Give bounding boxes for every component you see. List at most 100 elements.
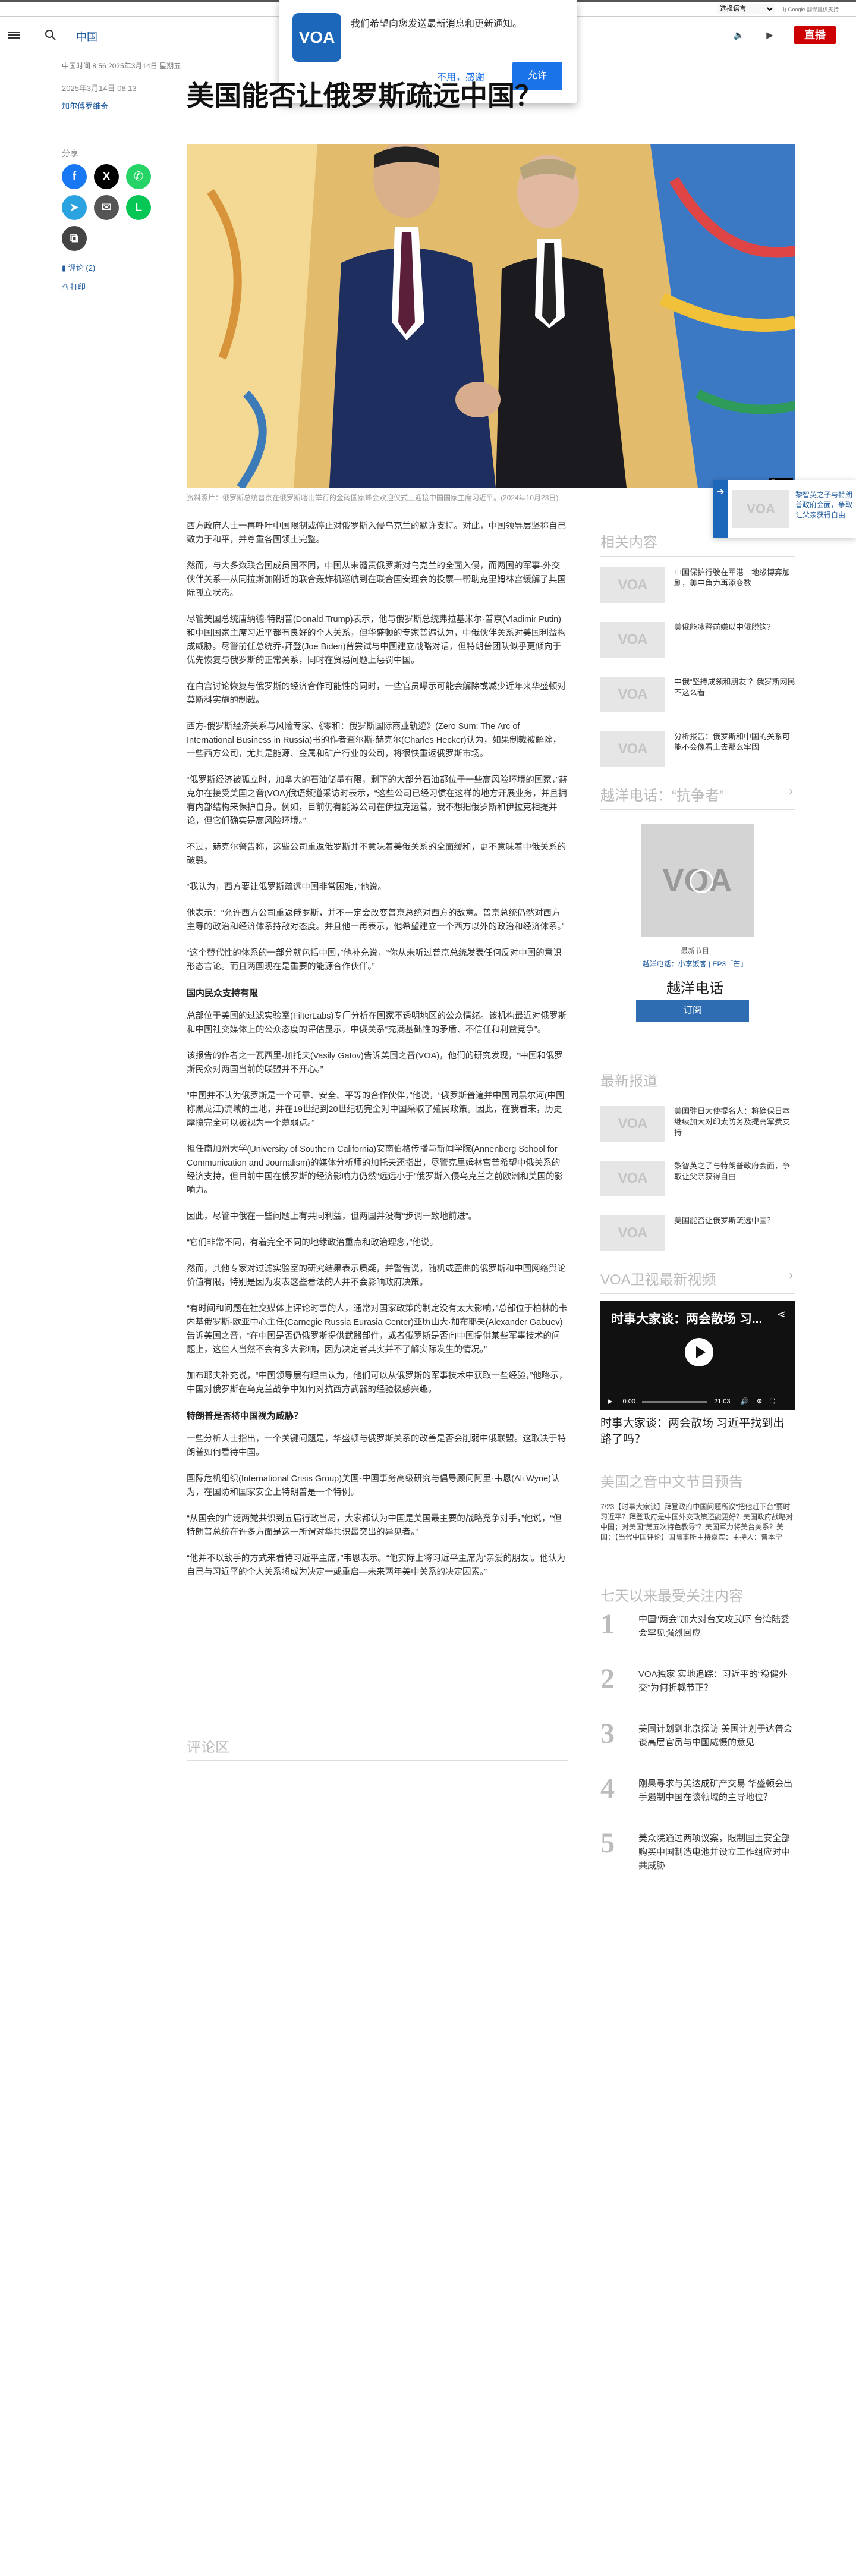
- next-article-card[interactable]: ➔ VOA 黎智英之子与特朗普政府会面，争取让父亲获得自由: [713, 480, 856, 538]
- list-item[interactable]: 5 美众院通过两项议案，限制国土安全部购买中国制造电池并设立工作组应对中共威胁: [600, 1827, 795, 1881]
- google-attribution: 由 Google 翻译提供支持: [781, 7, 839, 12]
- paragraph: “中国并不认为俄罗斯是一个可靠、安全、平等的合作伙伴，”他说，“俄罗斯普遍并中国…: [187, 1091, 565, 1128]
- podcast-episode-link[interactable]: 越洋电话：小李饭客 | EP3「芒」: [594, 959, 795, 969]
- paragraph: 总部位于美国的过滤实验室(FilterLabs)专门分析在国家不透明地区的公众情…: [187, 1011, 567, 1035]
- paragraph: 国际危机组织(International Crisis Group)美国-中国事…: [187, 1474, 560, 1497]
- play-icon[interactable]: [690, 869, 713, 893]
- paragraph: 一些分析人士指出，一个关键问题是，华盛顿与俄罗斯关系的改善是否会削弱中俄联盟。这…: [187, 1434, 566, 1457]
- fullscreen-icon[interactable]: ⛶: [770, 1398, 775, 1405]
- schedule-section: 美国之音中文节目预告 7/23【时事大家谈】拜登政府中国问题所议“把他赶下台”要…: [600, 1470, 795, 1543]
- paragraph: “这个替代性的体系的一部分就包括中国，”他补充说，“你从未听过普京总统发表任何反…: [187, 948, 562, 972]
- facebook-icon[interactable]: f: [62, 164, 87, 189]
- menu-icon[interactable]: [8, 30, 20, 39]
- telegram-icon[interactable]: ➤: [62, 195, 87, 220]
- latest-item[interactable]: VOA 美国驻日大使提名人：将确保日本继续加大对印太防务及提高军费支持: [600, 1106, 795, 1150]
- page-title: 美国能否让俄罗斯疏远中国？: [187, 80, 542, 111]
- paragraph: “我认为，西方要让俄罗斯疏远中国非常困难，”他说。: [187, 882, 386, 892]
- comments-link[interactable]: ▮ 评论 (2): [62, 262, 95, 273]
- paragraph: 担任南加州大学(University of Southern Californi…: [187, 1145, 564, 1195]
- email-icon[interactable]: ✉: [94, 195, 119, 220]
- print-icon: ⎙: [62, 282, 71, 291]
- voa-thumbnail: VOA: [732, 490, 789, 528]
- list-item[interactable]: 1 中国“两会”加大对台文攻武吓 台湾陆委会罕见强烈回应: [600, 1608, 795, 1663]
- list-item[interactable]: 4 刚果寻求与美达成矿产交易 华盛顿会出手遏制中国在该领域的主导地位？: [600, 1772, 795, 1827]
- hero-photo: [187, 144, 795, 488]
- related-content: 相关内容 VOA 中国保护行驶在军港—地缘博弈加剧，美中角力再添变数 VOA 美俄能…: [600, 530, 795, 775]
- paragraph: 然而，其他专家对过滤实验室的研究结果表示质疑，并警告说，随机或歪曲的俄罗斯和中国…: [187, 1264, 566, 1287]
- latest-item[interactable]: VOA 美国能否让俄罗斯疏远中国？: [600, 1215, 795, 1259]
- most-popular-list: 1 中国“两会”加大对台文攻武吓 台湾陆委会罕见强烈回应 2 VOA独家 实地追踪：…: [600, 1608, 795, 1881]
- photo-caption: 资料照片：俄罗斯总统普京在俄罗斯喀山举行的金砖国家峰会欢迎仪式上迎接中国国家主席…: [187, 494, 559, 502]
- video-title-overlay: 时事大家谈：两会散场 习...: [611, 1312, 763, 1326]
- podcast-latest: 最新节目: [680, 947, 709, 955]
- paragraph: “它们非常不同，有着完全不同的地缘政治重点和政治理念，”他说。: [187, 1238, 438, 1248]
- search-icon[interactable]: [44, 29, 57, 42]
- line-icon[interactable]: L: [126, 195, 151, 220]
- voa-thumbnail: VOA: [600, 1215, 665, 1251]
- paragraph: 西方-俄罗斯经济关系与风险专家、《零和：俄罗斯国际商业轨迹》(Zero Sum:…: [187, 722, 562, 759]
- related-item[interactable]: VOA 分析报告：俄罗斯和中国的关系可能不会像看上去那么牢固: [600, 731, 795, 775]
- chevron-right-icon: ›: [789, 1269, 793, 1282]
- section-link-china[interactable]: 中国: [76, 29, 97, 44]
- audio-icon[interactable]: 🔈: [732, 30, 745, 40]
- settings-icon[interactable]: ⚙: [756, 1398, 762, 1405]
- subscribe-button[interactable]: 订阅: [636, 1000, 749, 1022]
- voa-thumbnail: VOA: [600, 1106, 665, 1142]
- related-item[interactable]: VOA 中俄“坚持成领和朋友”？俄罗斯网民不这么看: [600, 677, 795, 721]
- language-select[interactable]: 选择语言: [717, 4, 775, 14]
- video-icon[interactable]: ▶: [763, 30, 776, 40]
- podcast-card: VOA 最新节目 越洋电话：小李饭客 | EP3「芒」 越洋电话 订阅: [594, 821, 795, 1056]
- latest-item[interactable]: VOA 黎智英之子与特朗普政府会面，争取让父亲获得自由: [600, 1161, 795, 1205]
- volume-icon[interactable]: 🔊: [741, 1398, 749, 1405]
- paragraph: 在白宫讨论恢复与俄罗斯的经济合作可能性的同时，一些官员曝示可能会解除或减少近年来…: [187, 682, 566, 705]
- publish-date: 2025年3月14日 08:13: [62, 84, 137, 93]
- podcast-title[interactable]: 越洋电话：“抗争者” ›: [600, 784, 795, 810]
- paragraph: “从国会的广泛两党共识到五届行政当局，大家都认为中国是美国最主要的战略竞争对手，…: [187, 1514, 562, 1537]
- share-label: 分享: [62, 149, 78, 158]
- related-item[interactable]: VOA 美俄能冰释前嫌以中俄脱钩？: [600, 622, 795, 666]
- voa-thumbnail: VOA: [600, 567, 665, 603]
- subheading: 特朗普是否将中国视为威胁？: [187, 1411, 303, 1421]
- paragraph: 他表示：“允许西方公司重返俄罗斯，并不一定会改变普京总统对西方的敌意。普京总统仍…: [187, 909, 565, 932]
- live-button[interactable]: 直播: [794, 26, 836, 44]
- author-link[interactable]: 加尔傅罗维奇: [62, 100, 108, 111]
- podcast-name: 越洋电话: [666, 981, 723, 997]
- subheading: 国内民众支持有限: [187, 988, 259, 998]
- video-controls: ▶ 0:00 21:03 🔊 ⚙ ⛶: [600, 1393, 795, 1410]
- paragraph: 加布耶夫补充说，“中国领导层有理由认为，他们可以从俄罗斯的军事技术中获取一些经验…: [187, 1371, 568, 1394]
- print-link[interactable]: ⎙ 打印: [62, 281, 86, 292]
- most-popular-title: 七天以来最受关注内容: [600, 1584, 795, 1610]
- video-caption[interactable]: 时事大家谈：两会散场 习近平找到出路了吗？: [600, 1415, 795, 1447]
- progress-bar[interactable]: [642, 1400, 708, 1403]
- video-player[interactable]: 时事大家谈：两会散场 习... ⋖ ▶ 0:00 21:03 🔊 ⚙ ⛶: [600, 1301, 795, 1410]
- voa-thumbnail: VOA: [600, 731, 665, 767]
- comments-heading: 评论区: [187, 1739, 229, 1755]
- time-current: 0:00: [622, 1398, 635, 1405]
- voa-logo: VOA: [292, 13, 341, 62]
- play-button[interactable]: [685, 1338, 713, 1366]
- latest-title: 最新报道: [600, 1069, 795, 1095]
- voa-thumbnail: VOA: [600, 677, 665, 712]
- video-section-title[interactable]: VOA卫视最新视频 ›: [600, 1268, 795, 1294]
- chevron-right-icon: ›: [789, 785, 793, 798]
- paragraph: 因此，尽管中俄在一些问题上有共同利益，但两国并没有“步调一致地前进”。: [187, 1212, 477, 1221]
- play-icon[interactable]: ▶: [608, 1398, 612, 1405]
- voa-thumbnail: VOA: [600, 1161, 665, 1196]
- comments-divider: [187, 1760, 568, 1761]
- related-item[interactable]: VOA 中国保护行驶在军港—地缘博弈加剧，美中角力再添变数: [600, 567, 795, 611]
- notification-message: 我们希望向您发送最新消息和更新通知。: [351, 19, 523, 29]
- video-section: VOA卫视最新视频 ›: [600, 1268, 795, 1294]
- list-item[interactable]: 2 VOA独家 实地追踪：习近平的“稳健外交”为何折戟节正？: [600, 1663, 795, 1717]
- schedule-text: 7/23【时事大家谈】拜登政府中国问题所议“把他赶下台”要时习近平？拜登政府是中…: [600, 1503, 794, 1541]
- x-icon[interactable]: X: [94, 164, 119, 189]
- arrow-right-icon[interactable]: ➔: [713, 480, 728, 538]
- most-popular: 七天以来最受关注内容: [600, 1584, 795, 1610]
- list-item[interactable]: 3 美国计划到北京探访 美国计划于达普会谈高层官员与中国威慑的意见: [600, 1717, 795, 1772]
- dateline: 中国时间 8:56 2025年3月14日 星期五: [62, 62, 181, 70]
- time-total: 21:03: [714, 1398, 731, 1405]
- share-icon[interactable]: ⋖: [777, 1308, 786, 1321]
- whatsapp-icon[interactable]: ✆: [126, 164, 151, 189]
- paragraph: 不过，赫克尔警告称，这些公司重返俄罗斯并不意味着美俄关系的全面缓和，更不意味着中…: [187, 843, 566, 866]
- copy-link-icon[interactable]: ⧉: [62, 226, 87, 251]
- paragraph: 该报告的作者之一瓦西里·加托夫(Vasily Gatov)告诉美国之音(VOA)…: [187, 1051, 563, 1075]
